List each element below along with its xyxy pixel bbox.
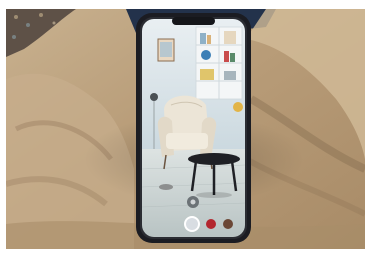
phone-screen: [142, 19, 245, 237]
decor-ball: [233, 102, 243, 112]
swatch-red[interactable]: [206, 219, 216, 229]
smartphone: [136, 13, 251, 243]
photo-svg: [6, 9, 365, 249]
swatch-grey[interactable]: [186, 218, 198, 230]
phone-notch: [172, 17, 215, 25]
floor-lamp-shade: [150, 93, 158, 101]
wall-picture-art: [160, 42, 172, 57]
photo: [6, 9, 365, 249]
image-frame: [0, 0, 366, 253]
bookshelf: [195, 26, 243, 100]
floor-object: [159, 184, 173, 190]
swatch-brown[interactable]: [223, 219, 233, 229]
ar-reticle-center: [190, 199, 196, 205]
